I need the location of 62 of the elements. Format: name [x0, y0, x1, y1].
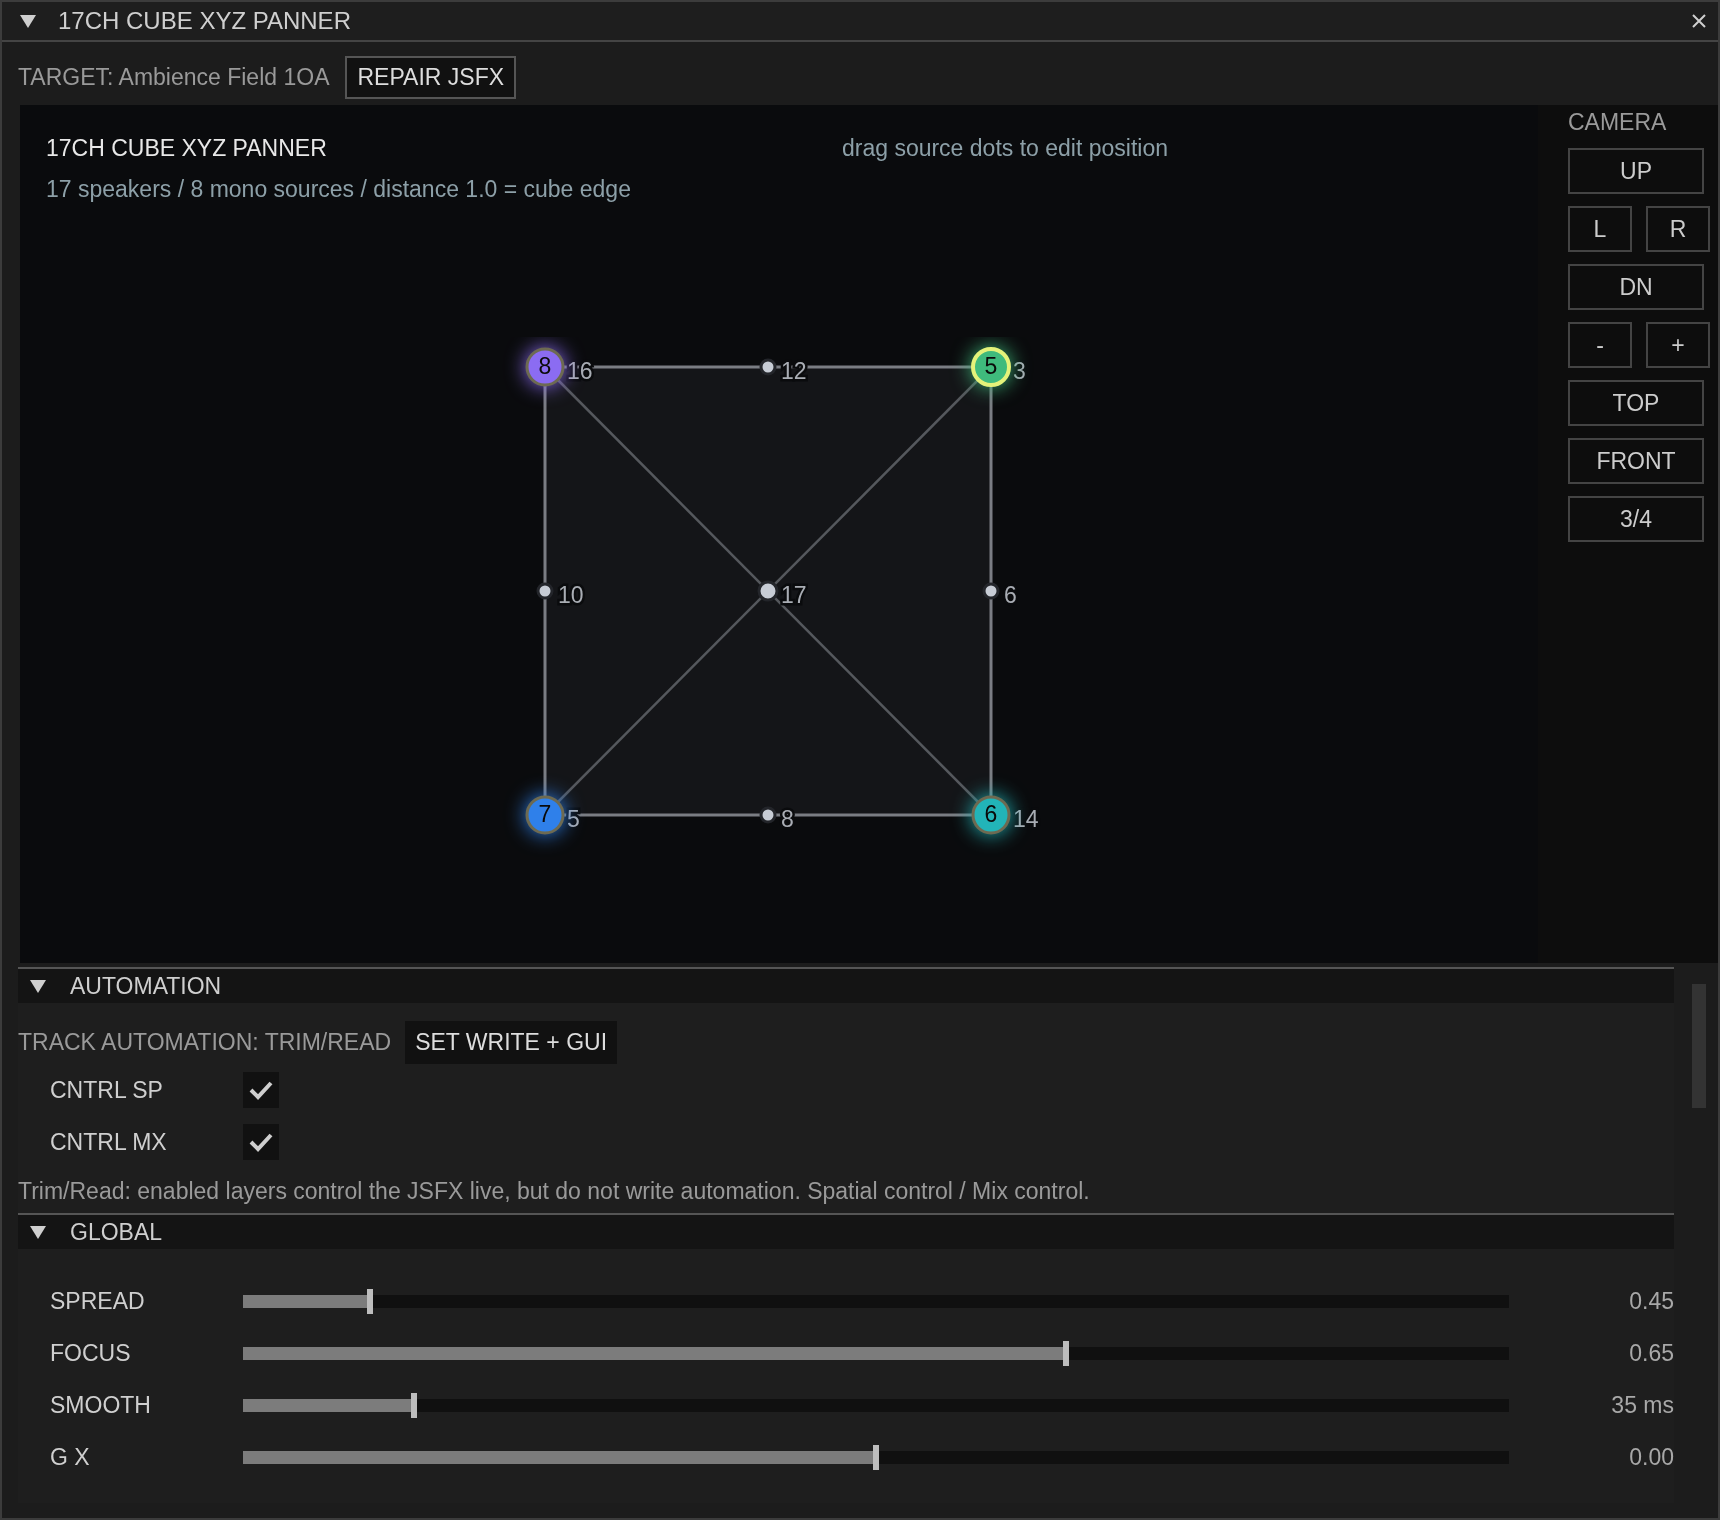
slider-label: FOCUS [50, 1339, 132, 1367]
camera-button[interactable]: L [1568, 206, 1632, 252]
slider-track[interactable] [243, 1398, 1509, 1412]
source-number: 7 [538, 801, 552, 827]
slider-label: G X [50, 1443, 91, 1471]
layer-label: CNTRL MX [50, 1128, 168, 1156]
viewport-title: 17CH CUBE XYZ PANNER [46, 135, 328, 162]
camera-button[interactable]: + [1646, 322, 1710, 368]
speaker-node [757, 580, 779, 602]
layer-label: CNTRL SP [50, 1076, 164, 1104]
source-number: 5 [984, 353, 998, 379]
speaker-label: 3 [1013, 358, 1026, 384]
source-number: 6 [984, 801, 998, 827]
automation-status: TRACK AUTOMATION: TRIM/READ [18, 1029, 392, 1056]
speaker-label: 10 [558, 582, 584, 608]
check-icon [249, 1080, 273, 1100]
viewport-subtitle: 17 speakers / 8 mono sources / distance 1.0 = cube edge [46, 176, 631, 203]
set-write-button[interactable]: SET WRITE + GUI [405, 1021, 618, 1064]
camera-button[interactable]: UP [1568, 148, 1704, 194]
close-icon[interactable] [1692, 14, 1706, 28]
speaker-label: 14 [1013, 806, 1039, 832]
slider-track[interactable] [243, 1450, 1509, 1464]
camera-button[interactable]: 3/4 [1568, 496, 1704, 542]
speaker-label: 6 [1004, 582, 1017, 608]
camera-button[interactable]: TOP [1568, 380, 1704, 426]
target-label: TARGET: Ambience Field 1OA [18, 64, 330, 91]
slider-value: 0.45 [1628, 1287, 1674, 1315]
slider-value: 0.00 [1628, 1443, 1674, 1471]
camera-button[interactable]: R [1646, 206, 1710, 252]
speaker-node [759, 358, 777, 376]
source-dot[interactable] [525, 795, 565, 835]
hint-text: drag source dots to edit position [841, 135, 1168, 163]
window-title: 17CH CUBE XYZ PANNER [58, 7, 352, 35]
camera-title: CAMERA [1568, 109, 1668, 136]
speaker-label: 17 [781, 582, 807, 608]
slider-thumb[interactable] [366, 1288, 373, 1314]
slider-thumb[interactable] [410, 1392, 417, 1418]
source-number: 8 [538, 353, 552, 379]
layer-checkbox[interactable] [243, 1072, 279, 1108]
slider-label: SMOOTH [50, 1391, 152, 1419]
slider-label: SPREAD [50, 1287, 146, 1315]
layer-checkbox[interactable] [243, 1124, 279, 1160]
help-text: Trim/Read: enabled layers control the JSFX live, but do not write automation. Spatial control / Mix control. [18, 1178, 1090, 1204]
slider-thumb[interactable] [1062, 1340, 1069, 1366]
camera-button[interactable]: DN [1568, 264, 1704, 310]
check-icon [249, 1132, 273, 1152]
camera-button[interactable]: - [1568, 322, 1632, 368]
repair-button[interactable]: REPAIR JSFX [345, 56, 516, 99]
section-title: AUTOMATION [70, 972, 222, 1000]
source-dot[interactable] [525, 347, 565, 387]
collapse-triangle-icon[interactable] [20, 14, 36, 28]
slider-value: 0.65 [1628, 1339, 1674, 1367]
speaker-node [982, 582, 1000, 600]
speaker-node [536, 582, 554, 600]
camera-button[interactable]: FRONT [1568, 438, 1704, 484]
slider-track[interactable] [243, 1294, 1509, 1308]
source-dot[interactable] [971, 795, 1011, 835]
slider-thumb[interactable] [873, 1444, 879, 1470]
slider-value: 35 ms [1610, 1391, 1674, 1419]
speaker-node [759, 806, 777, 824]
slider-track[interactable] [243, 1346, 1509, 1360]
section-title: GLOBAL [70, 1218, 163, 1246]
